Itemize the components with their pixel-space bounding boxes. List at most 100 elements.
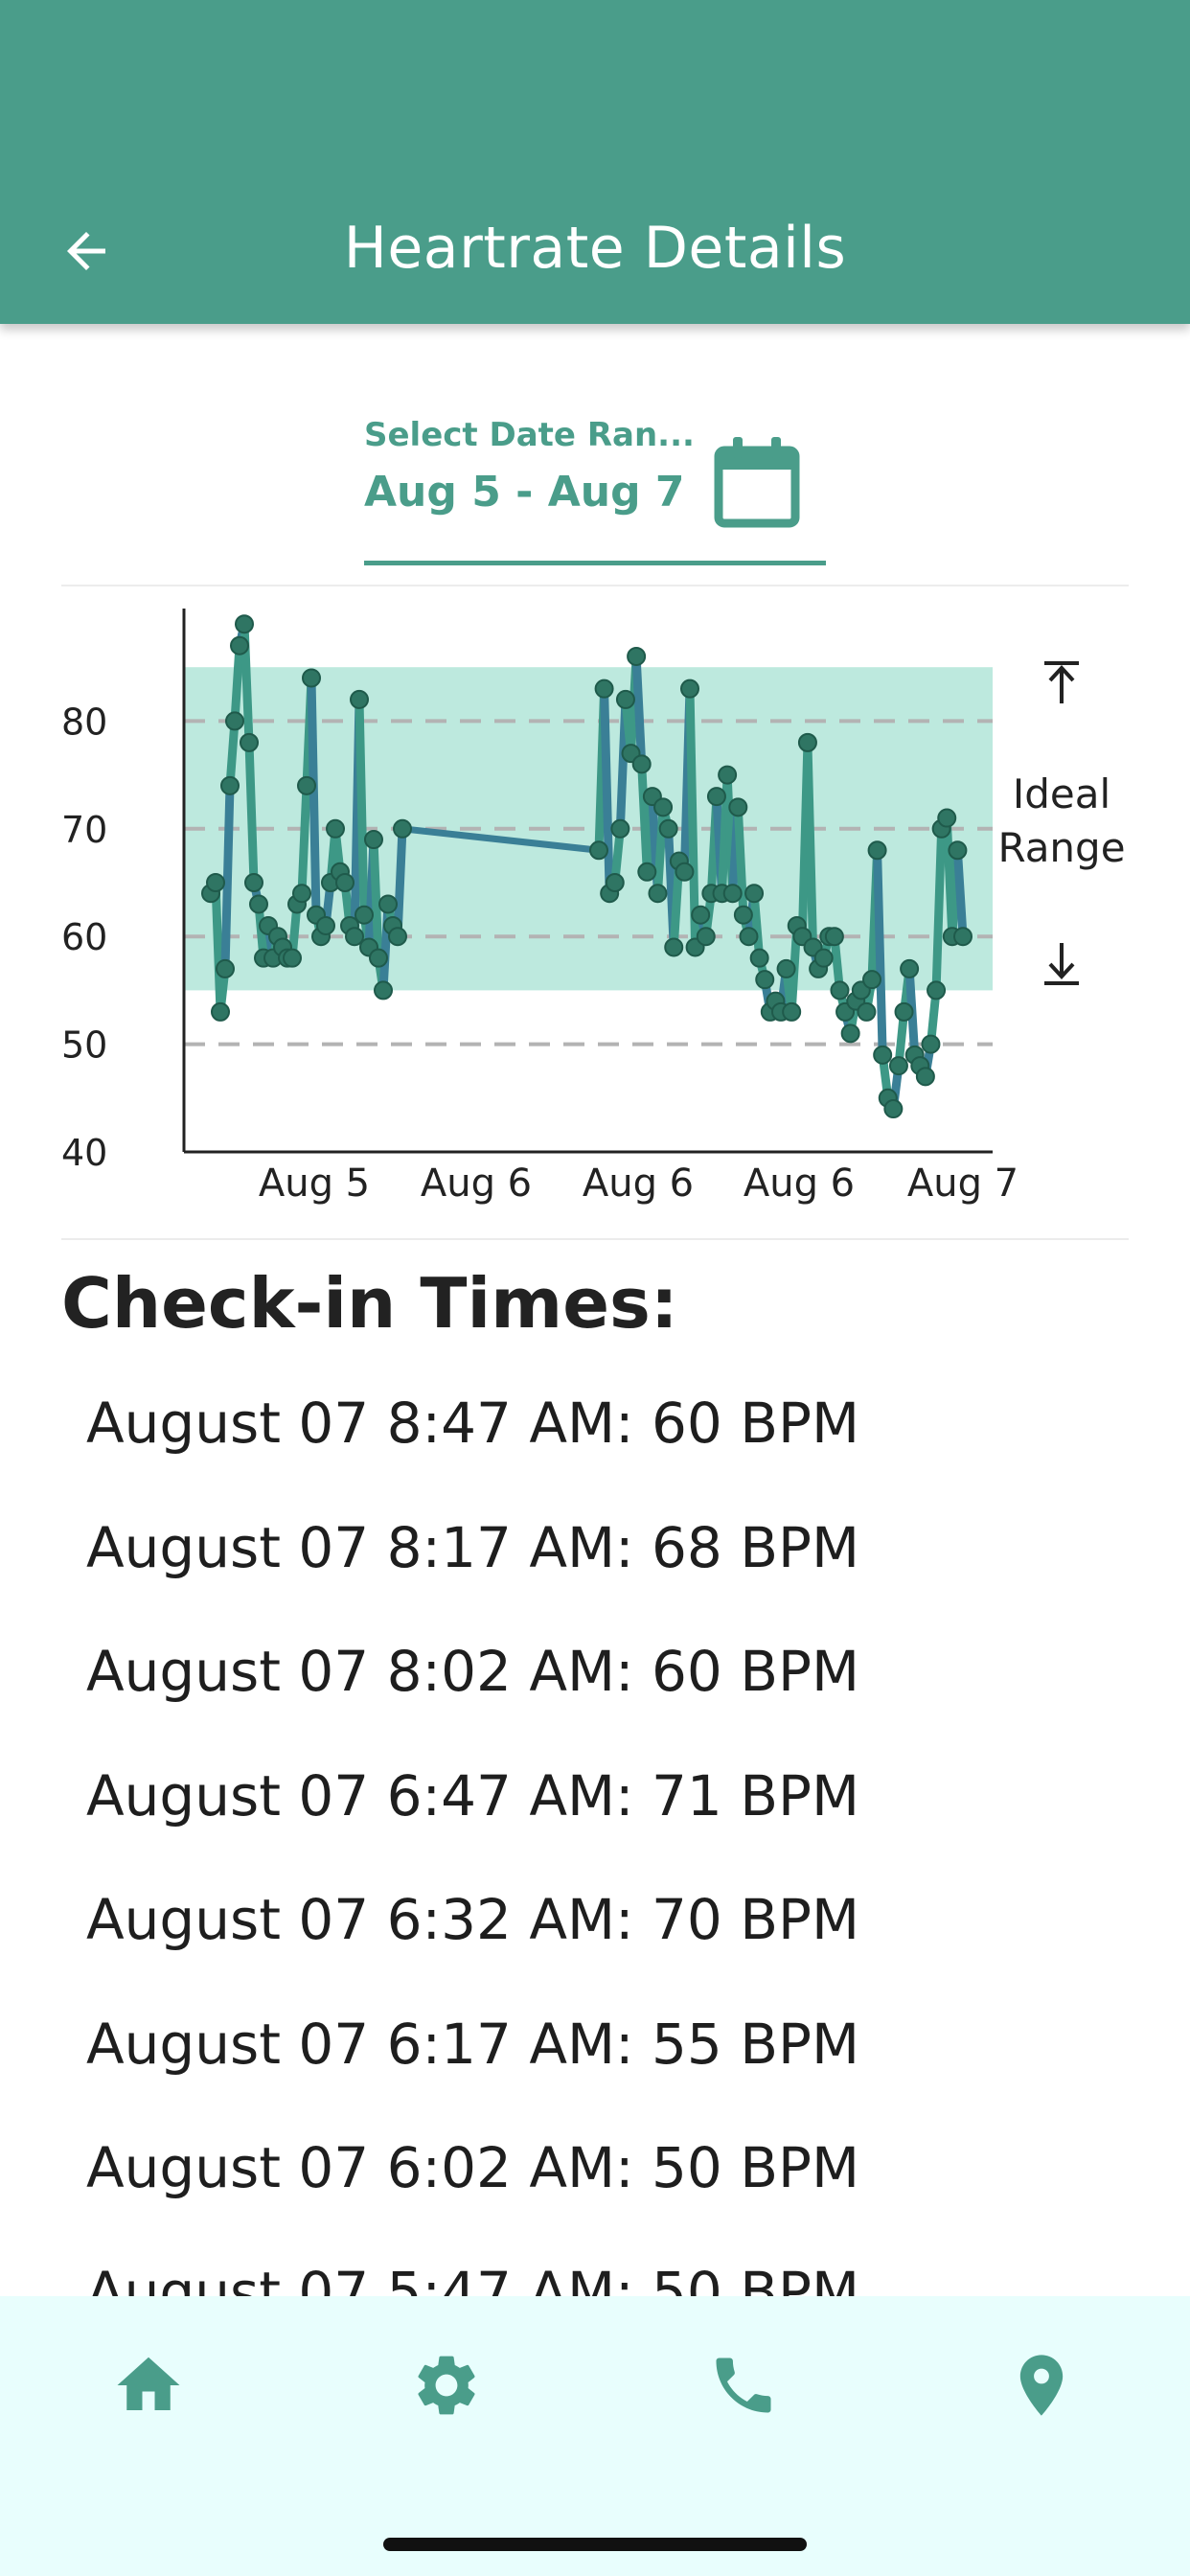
data-point (953, 927, 973, 947)
x-tick-label: Aug 7 (907, 1162, 1018, 1206)
app-bar: Heartrate Details (0, 0, 1190, 324)
gear-icon (418, 2356, 475, 2415)
data-point (355, 905, 374, 925)
data-point (888, 1056, 908, 1076)
data-point (335, 873, 355, 892)
data-point (216, 958, 235, 978)
data-point (388, 927, 407, 947)
data-point (782, 1001, 802, 1022)
bottom-nav (0, 2296, 1190, 2576)
data-point (718, 765, 738, 785)
nav-phone-button[interactable] (700, 2342, 787, 2428)
data-point (728, 797, 748, 817)
date-range-label: Select Date Ran... (364, 416, 695, 454)
x-tick-label: Aug 6 (744, 1162, 855, 1206)
nav-home-button[interactable] (105, 2342, 192, 2428)
data-point (739, 927, 759, 947)
ideal-range-label-line2: Range (997, 824, 1125, 871)
home-icon (117, 2357, 180, 2410)
data-point (350, 689, 369, 709)
data-point (927, 980, 947, 1000)
series-segment (225, 716, 240, 791)
checkin-item: August 07 6:02 AM: 50 BPM (86, 2135, 860, 2200)
data-point (749, 948, 769, 968)
data-point (744, 884, 765, 904)
data-point (722, 884, 743, 904)
data-point (369, 948, 388, 968)
page-title: Heartrate Details (343, 215, 847, 282)
data-point (605, 873, 625, 892)
data-point (776, 958, 796, 978)
data-point (664, 937, 684, 957)
range-bottom-icon (1044, 943, 1079, 985)
x-tick-label: Aug 5 (259, 1162, 370, 1206)
data-point (378, 894, 398, 914)
checkin-section-title: Check-in Times: (61, 1263, 678, 1344)
heartrate-chart: 40 50 60 70 80 Aug 5 Aug 6 Aug 6 Aug 6 Aug 7 Ide… (61, 609, 1126, 1206)
y-tick-label: 60 (61, 916, 107, 958)
data-point (813, 948, 834, 968)
data-point (230, 635, 249, 656)
data-point (830, 980, 850, 1000)
data-point (627, 646, 647, 666)
nav-location-button[interactable] (998, 2342, 1085, 2428)
data-point (615, 689, 635, 709)
data-point (225, 711, 244, 731)
x-tick-label: Aug 6 (421, 1162, 532, 1206)
data-point (862, 970, 881, 990)
location-pin-icon (1019, 2355, 1064, 2416)
divider-bottom (61, 1238, 1129, 1240)
data-point (589, 840, 608, 861)
data-point (326, 818, 345, 839)
range-top-icon (1044, 661, 1079, 703)
data-point (797, 732, 817, 752)
checkin-item: August 07 8:47 AM: 60 BPM (86, 1391, 860, 1456)
data-point (631, 754, 652, 774)
data-point (867, 840, 887, 861)
data-point (824, 927, 844, 947)
checkin-item: August 07 5:47 AM: 50 BPM (86, 2259, 860, 2297)
data-point (915, 1067, 935, 1087)
y-tick-label: 70 (61, 809, 107, 851)
checkin-item: August 07 8:02 AM: 60 BPM (86, 1639, 860, 1704)
data-point (206, 873, 225, 892)
x-tick-label: Aug 6 (583, 1162, 694, 1206)
data-point (675, 862, 695, 882)
data-point (680, 678, 699, 699)
checkin-list[interactable]: August 07 8:47 AM: 60 BPM August 07 8:17… (86, 1380, 1140, 2296)
data-point (316, 915, 335, 935)
data-point (706, 787, 726, 807)
data-point (374, 980, 393, 1000)
y-tick-label: 80 (61, 701, 107, 743)
date-range-value: Aug 5 - Aug 7 (364, 468, 685, 517)
date-range-picker[interactable]: Select Date Ran... Aug 5 - Aug 7 (364, 412, 826, 565)
ideal-range-label-line1: Ideal (1013, 770, 1110, 817)
data-point (297, 775, 316, 795)
y-tick-labels: 40 50 60 70 80 (61, 701, 107, 1174)
data-point (937, 808, 957, 828)
data-point (292, 884, 311, 904)
series-segment (307, 673, 321, 920)
data-point (594, 678, 614, 699)
checkin-item: August 07 8:17 AM: 68 BPM (86, 1514, 860, 1580)
data-point (653, 797, 674, 817)
home-indicator (383, 2538, 807, 2551)
nav-settings-button[interactable] (403, 2342, 490, 2428)
series-segment (952, 845, 968, 941)
series-segment (230, 641, 244, 725)
data-point (249, 894, 268, 914)
calendar-icon[interactable] (714, 437, 800, 529)
data-point (302, 668, 321, 688)
data-point (637, 862, 657, 882)
data-point (235, 614, 254, 634)
phone-icon (716, 2358, 771, 2413)
data-point (755, 970, 775, 990)
data-point (658, 818, 678, 839)
data-point (840, 1024, 860, 1044)
series-segment (297, 781, 311, 898)
data-point (900, 958, 920, 978)
y-tick-label: 40 (61, 1132, 107, 1174)
data-point (345, 927, 364, 947)
data-point (610, 818, 630, 839)
series-segment (355, 695, 369, 920)
